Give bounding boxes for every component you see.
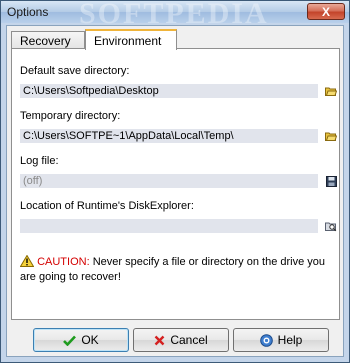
caution-message: CAUTION: Never specify a file or directo… (19, 254, 335, 285)
window-title: Options (7, 5, 49, 19)
close-button[interactable]: X (307, 3, 345, 20)
browse-diskexplorer-button[interactable] (324, 219, 338, 233)
ok-button[interactable]: OK (33, 328, 129, 352)
help-icon (259, 333, 273, 347)
log-file-field[interactable]: (off) (20, 174, 318, 188)
checkmark-icon (63, 335, 77, 346)
floppy-disk-icon (325, 175, 337, 187)
ok-label: OK (81, 333, 99, 347)
close-icon: X (321, 5, 330, 19)
temp-dir-field[interactable]: C:\Users\SOFTPE~1\AppData\Local\Temp\ (20, 129, 318, 143)
title-bar[interactable]: Options SOFTPEDIA X (1, 0, 349, 30)
help-label: Help (277, 333, 303, 347)
log-file-label: Log file: (20, 155, 59, 167)
cancel-button[interactable]: Cancel (133, 328, 229, 352)
default-save-dir-label: Default save directory: (20, 65, 130, 77)
diskexplorer-field[interactable] (20, 219, 318, 233)
temp-dir-label: Temporary directory: (20, 110, 121, 122)
folder-search-icon (325, 222, 337, 231)
folder-open-icon (325, 87, 337, 96)
cancel-x-icon (154, 335, 165, 345)
diskexplorer-label: Location of Runtime's DiskExplorer: (20, 200, 194, 212)
caution-prefix: CAUTION: (37, 256, 90, 268)
folder-open-icon (325, 132, 337, 141)
cancel-label: Cancel (170, 333, 208, 347)
options-dialog: Options SOFTPEDIA X Recovery Environment… (0, 0, 350, 363)
help-button[interactable]: Help (233, 328, 329, 352)
environment-panel: Default save directory: C:\Users\Softped… (11, 48, 340, 320)
dialog-body: Recovery Environment Default save direct… (6, 25, 344, 357)
browse-temp-dir-button[interactable] (324, 129, 338, 143)
warning-icon (19, 254, 35, 267)
default-save-dir-field[interactable]: C:\Users\Softpedia\Desktop (20, 84, 318, 98)
save-log-button[interactable] (324, 174, 338, 188)
browse-save-dir-button[interactable] (324, 84, 338, 98)
button-row: OK Cancel Help (7, 326, 343, 356)
tab-environment[interactable]: Environment (85, 29, 177, 50)
tab-label: Recovery (20, 34, 71, 48)
tab-recovery[interactable]: Recovery (11, 31, 85, 49)
tab-label: Environment (94, 34, 162, 48)
